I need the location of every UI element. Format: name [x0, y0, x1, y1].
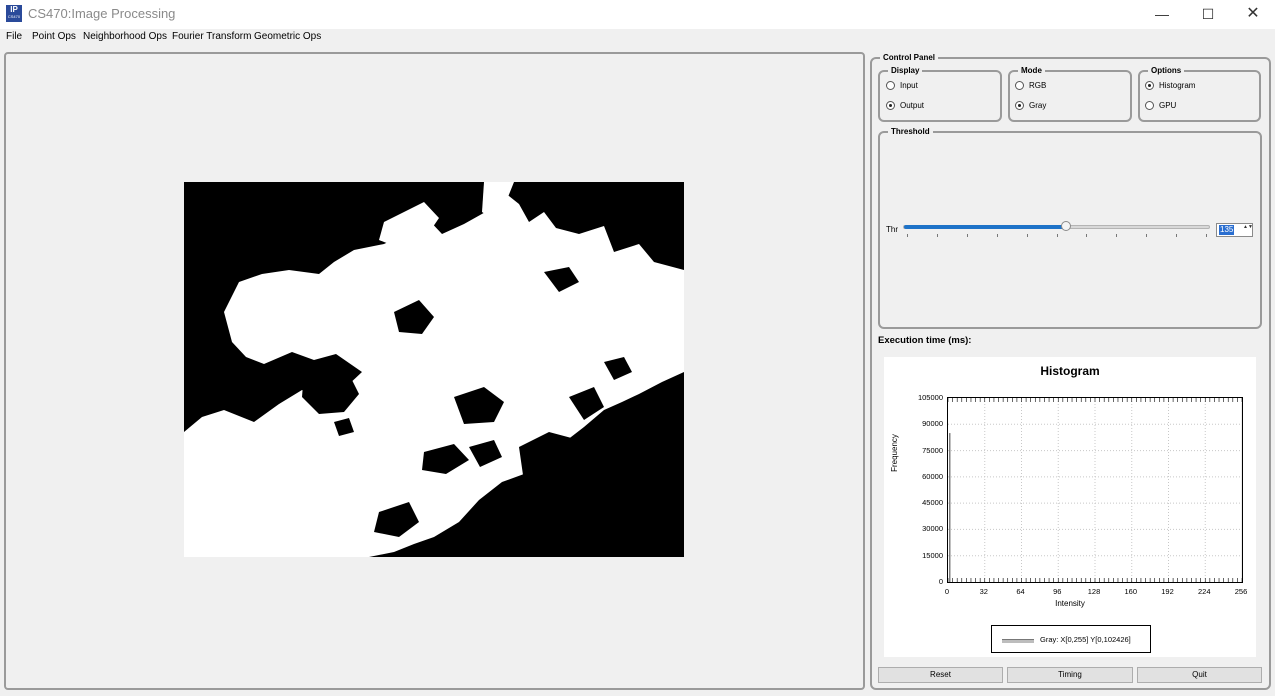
x-tick-label: 0	[944, 587, 950, 596]
radio-histogram-label: Histogram	[1159, 81, 1196, 90]
execution-time-label: Execution time (ms):	[878, 335, 972, 346]
radio-gpu[interactable]: GPU	[1145, 101, 1176, 110]
radio-gpu-label: GPU	[1159, 101, 1177, 110]
radio-output-circle[interactable]	[886, 101, 895, 110]
app-icon-text: IP	[10, 5, 18, 14]
slider-tick	[1206, 234, 1207, 237]
y-tick-label: 15000	[922, 550, 943, 560]
y-axis-label: Frequency	[890, 434, 899, 472]
threshold-value[interactable]: 135	[1219, 225, 1235, 235]
threshold-label: Thr	[886, 225, 898, 234]
slider-tick	[907, 234, 908, 237]
slider-tick	[996, 234, 998, 237]
radio-input-label: Input	[900, 81, 918, 90]
x-tick-label: 128	[1087, 587, 1101, 596]
options-group: Options	[1138, 65, 1261, 122]
radio-gpu-circle[interactable]	[1145, 101, 1154, 110]
plot-area	[947, 397, 1243, 583]
radio-gray-circle[interactable]	[1015, 101, 1024, 110]
slider-tick	[1176, 234, 1178, 237]
radio-rgb-circle[interactable]	[1015, 81, 1024, 90]
threshold-group-title: Threshold	[888, 126, 933, 137]
radio-output[interactable]: Output	[886, 101, 924, 110]
legend-swatch	[1002, 639, 1034, 643]
app-icon: IP CS470	[6, 5, 22, 22]
menu-geometric-ops[interactable]: Geometric Ops	[254, 31, 321, 42]
x-axis-label: Intensity	[1055, 599, 1085, 608]
slider-tick	[1116, 234, 1118, 237]
x-tick-label: 64	[1016, 587, 1025, 596]
radio-gray[interactable]: Gray	[1015, 101, 1046, 110]
quit-button[interactable]: Quit	[1137, 667, 1262, 683]
chart-legend: Gray: X[0,255] Y[0,102426]	[991, 625, 1151, 653]
slider-tick	[1146, 234, 1148, 237]
x-tick-label: 160	[1124, 587, 1137, 596]
x-tick-label: 224	[1197, 587, 1211, 596]
y-tick-label: 75000	[922, 445, 943, 455]
radio-histogram-circle[interactable]	[1145, 81, 1154, 90]
radio-histogram[interactable]: Histogram	[1145, 81, 1195, 90]
threshold-group: Threshold	[878, 126, 1262, 329]
timing-button[interactable]: Timing	[1007, 667, 1133, 683]
slider-tick	[1026, 234, 1028, 237]
threshold-slider-fill	[904, 225, 1067, 229]
radio-input-circle[interactable]	[886, 81, 895, 90]
threshold-slider-handle[interactable]	[1060, 221, 1071, 231]
slider-tick	[966, 234, 968, 237]
display-group-title: Display	[888, 65, 923, 76]
radio-output-label: Output	[900, 101, 925, 110]
slider-tick	[936, 234, 938, 237]
options-group-title: Options	[1148, 65, 1185, 76]
plot-svg	[948, 398, 1242, 582]
output-image	[184, 182, 684, 557]
y-tick-label: 60000	[922, 471, 943, 481]
threshold-spinbox[interactable]: 135 ▲▼	[1216, 223, 1253, 237]
x-tick-label: 192	[1161, 587, 1174, 596]
slider-tick	[1056, 234, 1058, 237]
title-bar: IP CS470 CS470:Image Processing — ☐ ✕	[0, 0, 1275, 29]
legend-text: Gray: X[0,255] Y[0,102426]	[1040, 635, 1131, 644]
y-tick-label: 0	[938, 577, 943, 586]
x-tick-label: 96	[1053, 587, 1062, 596]
y-tick-label: 45000	[922, 498, 943, 508]
mode-group-title: Mode	[1018, 65, 1045, 76]
menu-neighborhood-ops[interactable]: Neighborhood Ops	[83, 31, 167, 42]
x-tick-label: 256	[1234, 587, 1248, 596]
menu-fourier-transform[interactable]: Fourier Transform	[172, 31, 251, 42]
threshold-slider[interactable]	[903, 225, 1210, 229]
radio-input[interactable]: Input	[886, 81, 918, 90]
control-panel-title: Control Panel	[880, 52, 939, 63]
display-group: Display	[878, 65, 1002, 122]
reset-button[interactable]: Reset	[878, 667, 1003, 683]
maximize-button[interactable]: ☐	[1185, 0, 1231, 29]
radio-rgb[interactable]: RGB	[1015, 81, 1046, 90]
slider-tick	[1086, 234, 1088, 237]
y-tick-label: 30000	[922, 524, 943, 534]
spinbox-arrows-icon[interactable]: ▲▼	[1243, 224, 1253, 236]
histogram-bar	[949, 433, 951, 582]
radio-rgb-label: RGB	[1029, 81, 1047, 90]
menu-bar: File Point Ops Neighborhood Ops Fourier …	[0, 29, 1275, 46]
thresholded-image	[184, 182, 684, 557]
y-tick-label: 90000	[922, 419, 943, 429]
histogram-chart: Histogram 105000 90000 75000 60000 45000 3000…	[884, 357, 1256, 657]
menu-point-ops[interactable]: Point Ops	[32, 31, 76, 42]
x-tick-label: 32	[979, 587, 988, 596]
y-tick-label: 105000	[917, 393, 943, 402]
image-viewer	[4, 52, 865, 690]
histogram-title: Histogram	[1040, 364, 1100, 378]
minimize-button[interactable]: —	[1139, 0, 1185, 29]
window-title: CS470:Image Processing	[28, 6, 176, 21]
close-button[interactable]: ✕	[1230, 0, 1275, 29]
radio-gray-label: Gray	[1029, 101, 1047, 110]
menu-file[interactable]: File	[6, 31, 22, 42]
app-icon-subtext: CS470	[7, 14, 21, 19]
mode-group: Mode	[1008, 65, 1132, 122]
